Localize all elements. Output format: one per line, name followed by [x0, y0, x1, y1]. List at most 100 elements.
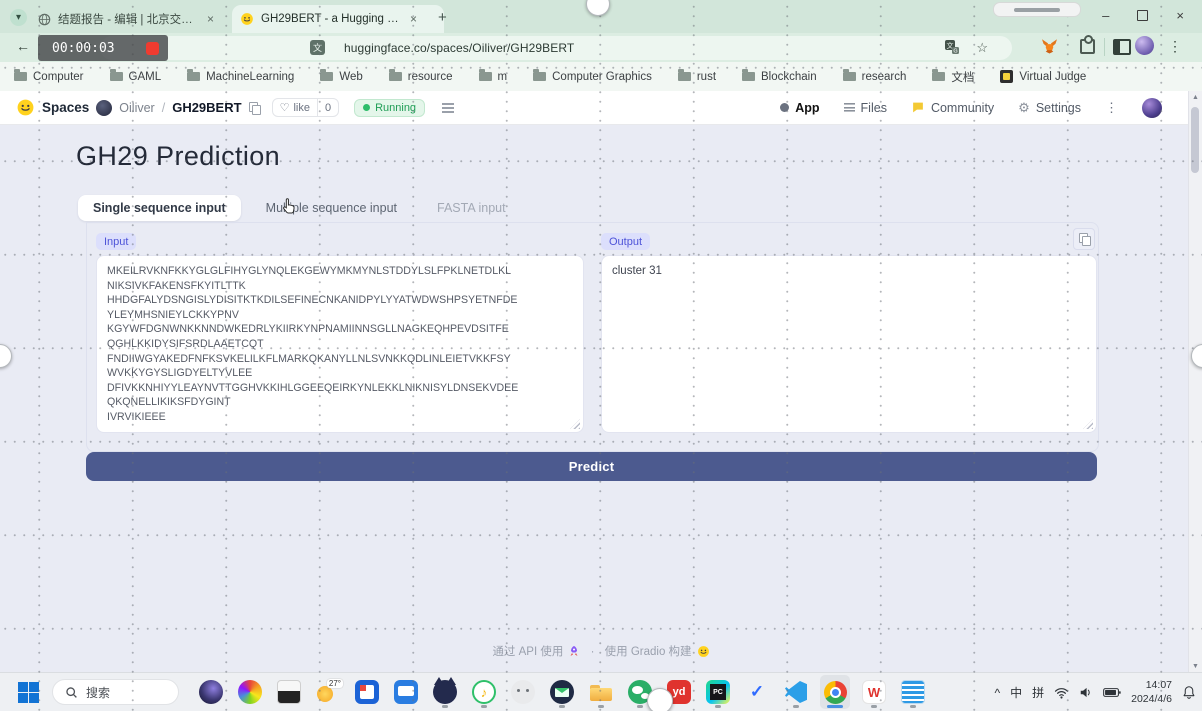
bookmark-folder[interactable]: MachineLearning	[187, 71, 294, 83]
page-scrollbar[interactable]: ▲ ▲	[1188, 91, 1202, 672]
gradio-link[interactable]: 使用 Gradio 构建	[605, 643, 710, 659]
user-avatar[interactable]	[1142, 98, 1162, 118]
bookmark-folder[interactable]: Computer	[14, 71, 84, 83]
recording-stop-button[interactable]	[146, 42, 159, 55]
pycharm-icon[interactable]: PC	[703, 675, 733, 709]
taskbar-apps: 27° ♪ yd PC ✓ W	[196, 675, 928, 709]
tab-title: 结题报告 - 编辑 | 北京交通大学	[58, 11, 198, 27]
bookmark-folder[interactable]: Computer Graphics	[533, 71, 652, 83]
mail-app-icon[interactable]	[547, 675, 577, 709]
start-button[interactable]	[18, 682, 39, 703]
back-icon[interactable]: ←	[16, 38, 30, 54]
color-wheel-app-icon[interactable]	[235, 675, 265, 709]
bookmark-folder[interactable]: Blockchain	[742, 71, 817, 83]
tab-search-icon[interactable]: ▾	[10, 9, 27, 26]
profile-avatar[interactable]	[1135, 36, 1154, 55]
ime-language[interactable]: 中	[1010, 684, 1022, 701]
weather-temp: 27°	[327, 679, 343, 688]
tray-time: 14:07	[1146, 679, 1172, 691]
tab-close-icon[interactable]: ×	[410, 12, 417, 26]
store-app-icon[interactable]	[352, 675, 382, 709]
wifi-icon[interactable]	[1054, 687, 1069, 699]
tab-fasta[interactable]: FASTA input	[422, 195, 521, 221]
bookmark-folder[interactable]: Web	[320, 71, 362, 83]
file-explorer-icon[interactable]	[586, 675, 616, 709]
round-face-app-icon[interactable]	[508, 675, 538, 709]
spaces-brand[interactable]: Spaces	[42, 100, 89, 115]
browser-menu-icon[interactable]: ⋮	[1168, 38, 1182, 55]
window-controls: – ×	[1102, 8, 1184, 23]
bookmark-folder[interactable]: research	[843, 71, 907, 83]
like-widget[interactable]: ♡like 0	[272, 98, 340, 117]
bookmark-folder[interactable]: m	[479, 71, 508, 83]
clock[interactable]: 14:07 2024/4/6	[1131, 679, 1172, 705]
taskbar-search[interactable]: 搜索	[52, 679, 179, 705]
notification-bell-icon[interactable]	[1182, 685, 1196, 700]
owner-avatar[interactable]	[96, 100, 112, 116]
side-panel-icon[interactable]	[1113, 39, 1131, 55]
owner-name[interactable]: Oiliver	[119, 101, 154, 115]
status-text: Running	[375, 102, 416, 114]
tab-multiple-sequence[interactable]: Multiple sequence input	[251, 195, 412, 221]
toolbar-divider	[1104, 38, 1105, 56]
status-badge[interactable]: Running	[354, 99, 425, 117]
translate-icon[interactable]: 文G	[944, 39, 960, 58]
copy-space-name-icon[interactable]	[249, 102, 259, 114]
maximize-button[interactable]	[1137, 10, 1148, 21]
browser-tab-2-active[interactable]: GH29BERT - a Hugging Face ×	[232, 5, 444, 33]
sequence-input-textarea[interactable]: MKEILRVKNFKKYGLGLFIHYGLYNQLEKGEWYMKMYNLS…	[96, 255, 584, 433]
running-dot-icon	[363, 104, 370, 111]
vscode-icon[interactable]	[781, 675, 811, 709]
bookmark-folder[interactable]: resource	[389, 71, 453, 83]
tab-single-sequence[interactable]: Single sequence input	[78, 195, 241, 221]
chrome-icon[interactable]	[820, 675, 850, 709]
bookmark-folder[interactable]: rust	[678, 71, 716, 83]
netdisk-app-icon[interactable]	[391, 675, 421, 709]
header-more-icon[interactable]: ⋮	[1105, 100, 1118, 116]
ticktick-icon[interactable]: ✓	[742, 675, 772, 709]
nav-tab-community[interactable]: Community	[911, 101, 994, 115]
tab-close-icon[interactable]: ×	[207, 12, 214, 26]
nav-tab-files[interactable]: Files	[844, 101, 887, 115]
globe-favicon	[38, 13, 51, 26]
input-mode-tabs: Single sequence input Multiple sequence …	[78, 195, 521, 221]
cat-app-icon[interactable]	[430, 675, 460, 709]
battery-icon[interactable]	[1103, 687, 1121, 698]
space-options-icon[interactable]	[442, 103, 454, 113]
bookmark-star-icon[interactable]: ☆	[976, 40, 988, 56]
space-name[interactable]: GH29BERT	[172, 100, 241, 115]
ime-mode[interactable]: 拼	[1032, 684, 1044, 701]
address-bar[interactable]: 文 huggingface.co/spaces/Oiliver/GH29BERT…	[100, 36, 1012, 60]
tray-expand-icon[interactable]: ^	[994, 686, 1000, 700]
widgets-icon[interactable]	[196, 675, 226, 709]
browser-tab-1[interactable]: 结题报告 - 编辑 | 北京交通大学 ×	[30, 5, 236, 33]
qq-music-icon[interactable]: ♪	[469, 675, 499, 709]
api-link[interactable]: 通过 API 使用	[492, 643, 580, 659]
url-text[interactable]: huggingface.co/spaces/Oiliver/GH29BERT	[344, 41, 574, 55]
scroll-up-icon[interactable]: ▲	[1189, 94, 1202, 101]
speaker-icon[interactable]	[1079, 686, 1093, 699]
bookmark-folder[interactable]: GAML	[110, 71, 162, 83]
recorder-drag-handle[interactable]	[993, 2, 1081, 17]
huggingface-favicon	[240, 12, 254, 26]
photos-app-icon[interactable]	[274, 675, 304, 709]
notes-app-icon[interactable]	[898, 675, 928, 709]
wps-icon[interactable]: W	[859, 675, 889, 709]
bookmark-folder[interactable]: 文档	[932, 69, 974, 85]
scrollbar-thumb[interactable]	[1191, 107, 1199, 173]
recorder-handle-bottom[interactable]	[647, 688, 673, 711]
minimize-button[interactable]: –	[1102, 8, 1109, 23]
copy-output-button[interactable]	[1073, 228, 1095, 250]
metamask-fox-icon[interactable]	[1040, 37, 1059, 60]
bookmark-virtual-judge[interactable]: Virtual Judge	[1000, 70, 1086, 83]
predict-button[interactable]: Predict	[86, 452, 1097, 481]
nav-tab-app[interactable]: App	[780, 101, 819, 115]
nav-tab-settings[interactable]: ⚙Settings	[1018, 100, 1081, 116]
site-info-icon[interactable]: 文	[310, 40, 325, 55]
weather-widget-icon[interactable]: 27°	[313, 675, 343, 709]
extensions-puzzle-icon[interactable]	[1080, 39, 1095, 54]
close-button[interactable]: ×	[1176, 8, 1184, 23]
new-tab-button[interactable]: +	[438, 9, 447, 26]
scroll-down-icon[interactable]: ▲	[1189, 662, 1202, 669]
svg-text:G: G	[953, 49, 957, 55]
